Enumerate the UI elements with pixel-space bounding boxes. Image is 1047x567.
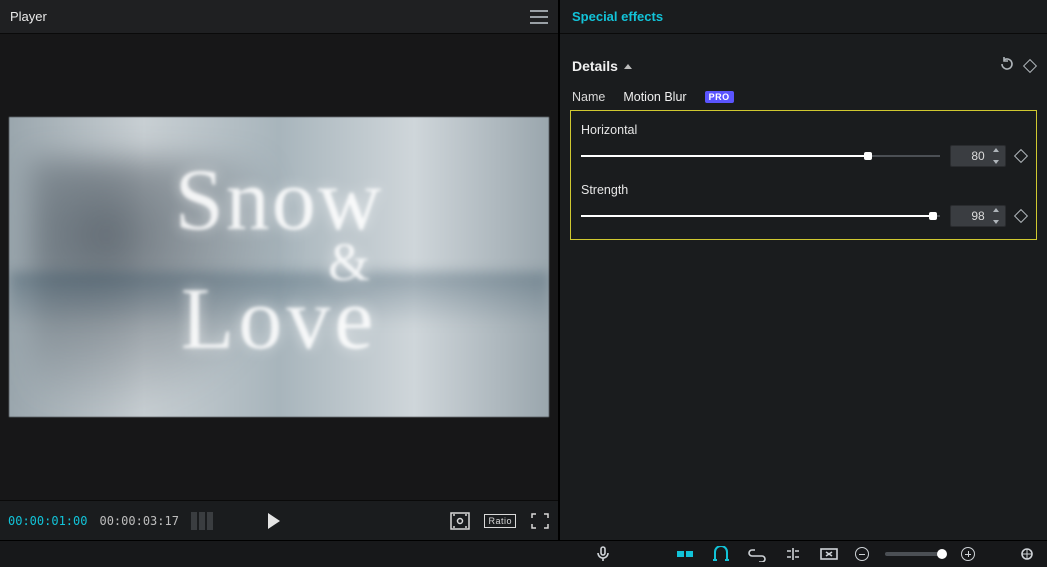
safe-area-icon[interactable] xyxy=(450,512,470,530)
timeline-toolbar xyxy=(0,540,1047,567)
player-panel: Player Snow & Love 00:00:01:00 00:00:03:… xyxy=(0,0,560,540)
video-overlay-text: Snow & Love xyxy=(9,157,549,364)
effect-name-row: Name Motion Blur PRO xyxy=(560,84,1047,108)
zoom-out-button[interactable] xyxy=(855,547,869,561)
stepper-up-icon[interactable] xyxy=(993,208,999,212)
fit-timeline-icon[interactable] xyxy=(1017,546,1037,562)
effect-params-box: Horizontal 80 Strength xyxy=(570,110,1037,240)
param-strength-label: Strength xyxy=(581,183,1026,197)
zoom-in-button[interactable] xyxy=(961,547,975,561)
strength-keyframe-icon[interactable] xyxy=(1014,209,1028,223)
stepper-down-icon[interactable] xyxy=(993,160,999,164)
timecode-duration: 00:00:03:17 xyxy=(99,514,178,528)
name-label: Name xyxy=(572,90,605,104)
transport-bar: 00:00:01:00 00:00:03:17 Ratio xyxy=(0,500,558,540)
effects-panel: Special effects Details Name Motion Blur… xyxy=(560,0,1047,540)
columns-icon[interactable] xyxy=(191,512,213,530)
details-label: Details xyxy=(572,58,618,74)
fullscreen-icon[interactable] xyxy=(530,512,550,530)
player-header: Player xyxy=(0,0,558,34)
reset-icon[interactable] xyxy=(999,56,1015,77)
strength-slider[interactable] xyxy=(581,209,940,223)
details-header: Details xyxy=(560,48,1047,84)
strength-value-input[interactable]: 98 xyxy=(950,205,1006,227)
snap-icon[interactable] xyxy=(711,546,731,562)
video-preview[interactable]: Snow & Love xyxy=(9,117,549,417)
horizontal-keyframe-icon[interactable] xyxy=(1014,149,1028,163)
param-horizontal: Horizontal 80 xyxy=(571,119,1036,167)
pro-badge: PRO xyxy=(705,91,734,103)
timecode-current[interactable]: 00:00:01:00 xyxy=(8,514,87,528)
stepper-down-icon[interactable] xyxy=(993,220,999,224)
effect-name: Motion Blur xyxy=(623,90,686,104)
stepper-up-icon[interactable] xyxy=(993,148,999,152)
align-center-icon[interactable] xyxy=(783,546,803,562)
viewer-area: Snow & Love xyxy=(0,34,558,500)
horizontal-value-input[interactable]: 80 xyxy=(950,145,1006,167)
player-title: Player xyxy=(10,9,47,24)
ratio-button[interactable]: Ratio xyxy=(484,514,516,528)
player-menu-icon[interactable] xyxy=(530,10,548,24)
ripple-icon[interactable] xyxy=(675,546,695,562)
horizontal-slider[interactable] xyxy=(581,149,940,163)
mic-icon[interactable] xyxy=(593,546,613,562)
keyframe-all-icon[interactable] xyxy=(1023,59,1037,73)
effects-header: Special effects xyxy=(560,0,1047,34)
play-button[interactable] xyxy=(268,513,280,529)
link-icon[interactable] xyxy=(747,546,767,562)
param-horizontal-label: Horizontal xyxy=(581,123,1026,137)
param-strength: Strength 98 xyxy=(571,179,1036,227)
collapse-icon[interactable] xyxy=(624,64,632,69)
zoom-slider[interactable] xyxy=(885,552,945,556)
crop-icon[interactable] xyxy=(819,546,839,562)
